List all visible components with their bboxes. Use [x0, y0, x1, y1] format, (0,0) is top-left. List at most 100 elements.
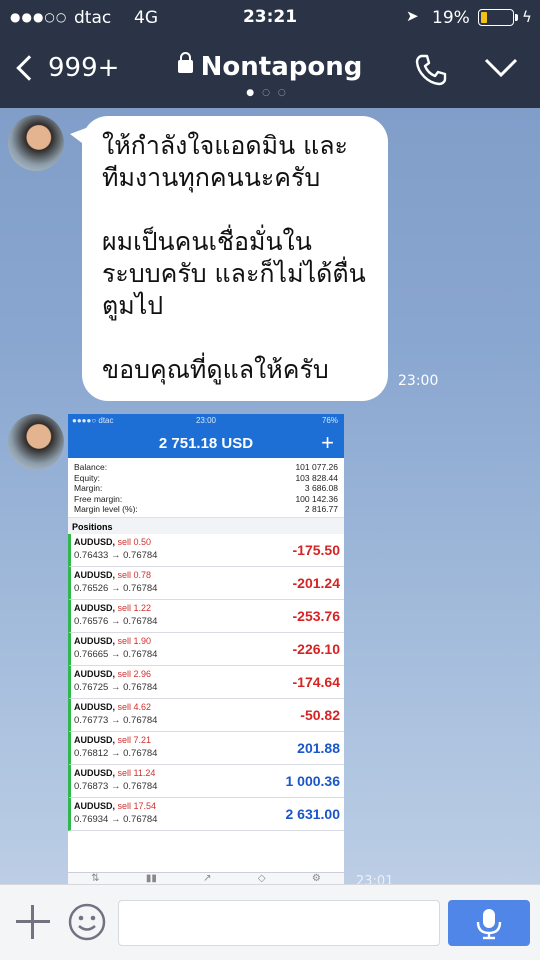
position-profit: -175.50	[292, 541, 340, 558]
account-label: Free margin:	[74, 493, 123, 504]
account-value: 103 828.44	[295, 472, 338, 483]
account-value: 101 077.26	[295, 462, 338, 472]
chat-header: ●●●○○ dtac 4G 23:21 ➤ 19% ϟ 999+ Nontapo…	[0, 0, 540, 108]
account-value: 3 686.08	[304, 483, 338, 493]
position-row: AUDUSD, sell 0.50 0.76433 → 0.76784 -175.5…	[68, 533, 344, 567]
account-row: Free margin: 100 142.36	[74, 494, 338, 505]
symbol-text: AUDUSD,	[74, 602, 116, 613]
symbol-text: AUDUSD,	[74, 800, 116, 811]
position-prices: 0.76433 → 0.76784	[74, 549, 158, 561]
message-time: 23:00	[398, 373, 439, 389]
position-symbol: AUDUSD, sell 1.22	[74, 603, 151, 613]
phone-icon[interactable]	[413, 52, 449, 88]
trade-tab-icon: ↗	[203, 873, 212, 884]
chart-tab-icon: ▮▮	[145, 873, 157, 884]
symbol-text: AUDUSD,	[74, 734, 116, 745]
plus-icon[interactable]	[16, 905, 50, 939]
symbol-text: AUDUSD,	[74, 668, 116, 679]
account-row: Equity: 103 828.44	[74, 473, 338, 484]
symbol-text: AUDUSD,	[74, 536, 116, 547]
account-value: 100 142.36	[295, 493, 338, 504]
position-profit: 2 631.00	[285, 805, 341, 822]
contact-name: Nontapong	[200, 52, 363, 82]
account-label: Balance:	[74, 462, 108, 472]
position-row: AUDUSD, sell 11.24 0.76873 → 0.76784 1 000…	[68, 764, 344, 798]
settings-tab-icon: ⚙	[311, 873, 321, 884]
position-side: sell 4.62	[117, 701, 152, 712]
position-side: sell 11.24	[117, 767, 156, 778]
position-side: sell 0.78	[117, 569, 152, 580]
account-label: Equity:	[74, 472, 100, 483]
chevron-down-icon[interactable]	[484, 52, 518, 82]
message-input[interactable]	[118, 900, 440, 946]
position-row: AUDUSD, sell 17.54 0.76934 → 0.76784 2 631…	[68, 797, 344, 831]
battery-tip	[515, 14, 518, 21]
emoji-icon[interactable]	[68, 903, 106, 941]
input-bar	[0, 884, 540, 960]
account-row: Margin: 3 686.08	[74, 483, 338, 494]
image-message[interactable]: ●●●●○ dtac 23:00 76% 2 751.18 USD + Bala…	[68, 414, 344, 884]
chat-title: Nontapong	[0, 52, 540, 82]
position-prices: 0.76934 → 0.76784	[74, 813, 158, 825]
position-profit: -174.64	[292, 673, 340, 690]
position-symbol: AUDUSD, sell 7.21	[74, 735, 151, 745]
lock-icon	[177, 52, 193, 73]
position-profit: -50.82	[300, 706, 340, 723]
position-profit: 201.88	[297, 739, 340, 756]
position-symbol: AUDUSD, sell 1.90	[74, 636, 151, 646]
screenshot-status-bar: ●●●●○ dtac 23:00 76%	[68, 414, 344, 428]
quotes-tab-icon: ⇅	[91, 873, 100, 884]
account-row: Balance: 101 077.26	[74, 462, 338, 473]
positions-list: AUDUSD, sell 0.50 0.76433 → 0.76784 -175.5…	[68, 533, 344, 831]
screenshot-time: 23:00	[195, 416, 217, 425]
position-symbol: AUDUSD, sell 0.50	[74, 537, 151, 547]
screenshot-tab-bar: ⇅ ▮▮ ↗ ◇ ⚙	[68, 872, 344, 884]
position-side: sell 17.54	[117, 800, 157, 811]
screenshot-battery: 76%	[321, 416, 338, 425]
position-symbol: AUDUSD, sell 17.54	[74, 801, 156, 811]
position-symbol: AUDUSD, sell 0.78	[74, 570, 151, 580]
position-row: AUDUSD, sell 4.62 0.76773 → 0.76784 -50.82	[68, 698, 344, 732]
position-profit: 1 000.36	[285, 772, 341, 789]
account-label: Margin:	[74, 483, 103, 493]
position-profit: -253.76	[292, 607, 340, 624]
position-symbol: AUDUSD, sell 2.96	[74, 669, 151, 679]
symbol-text: AUDUSD,	[74, 569, 116, 580]
position-symbol: AUDUSD, sell 4.62	[74, 702, 151, 712]
avatar[interactable]	[8, 414, 64, 470]
position-prices: 0.76576 → 0.76784	[74, 615, 158, 627]
position-profit: -201.24	[292, 574, 340, 591]
history-tab-icon: ◇	[257, 873, 266, 884]
page-indicator: ●○○	[246, 88, 294, 98]
position-row: AUDUSD, sell 2.96 0.76725 → 0.76784 -174.6…	[68, 665, 344, 699]
position-side: sell 0.50	[117, 536, 152, 547]
battery-percent: 19%	[432, 8, 470, 28]
position-side: sell 1.22	[117, 602, 152, 613]
position-row: AUDUSD, sell 1.90 0.76665 → 0.76784 -226.1…	[68, 632, 344, 666]
status-bar: ●●●○○ dtac 4G 23:21 ➤ 19% ϟ	[0, 0, 540, 36]
plus-icon: +	[321, 430, 334, 455]
avatar[interactable]	[8, 115, 64, 171]
account-value: 2 816.77	[304, 504, 338, 514]
total-profit: 2 751.18 USD	[158, 435, 254, 452]
location-icon: ➤	[406, 7, 419, 25]
position-prices: 0.76526 → 0.76784	[74, 582, 158, 594]
account-row: Margin level (%): 2 816.77	[74, 504, 338, 515]
position-prices: 0.76665 → 0.76784	[74, 648, 158, 660]
account-summary: Balance: 101 077.26 Equity: 103 828.44 Margi…	[68, 458, 344, 517]
message-bubble[interactable]: ให้กำลังใจแอดมิน และ ทีมงานทุกคนนะครับ ผ…	[70, 116, 388, 401]
microphone-button[interactable]	[448, 900, 530, 946]
position-side: sell 7.21	[117, 734, 152, 745]
position-side: sell 2.96	[117, 668, 152, 679]
position-prices: 0.76812 → 0.76784	[74, 747, 158, 759]
position-row: AUDUSD, sell 0.78 0.76526 → 0.76784 -201.2…	[68, 566, 344, 600]
charging-icon: ϟ	[522, 8, 532, 26]
symbol-text: AUDUSD,	[74, 701, 116, 712]
position-prices: 0.76773 → 0.76784	[74, 714, 158, 726]
position-prices: 0.76873 → 0.76784	[74, 780, 158, 792]
position-row: AUDUSD, sell 7.21 0.76812 → 0.76784 201.88	[68, 731, 344, 765]
position-prices: 0.76725 → 0.76784	[74, 681, 158, 693]
battery-icon	[478, 9, 514, 26]
microphone-icon	[476, 909, 502, 940]
position-profit: -226.10	[292, 640, 340, 657]
